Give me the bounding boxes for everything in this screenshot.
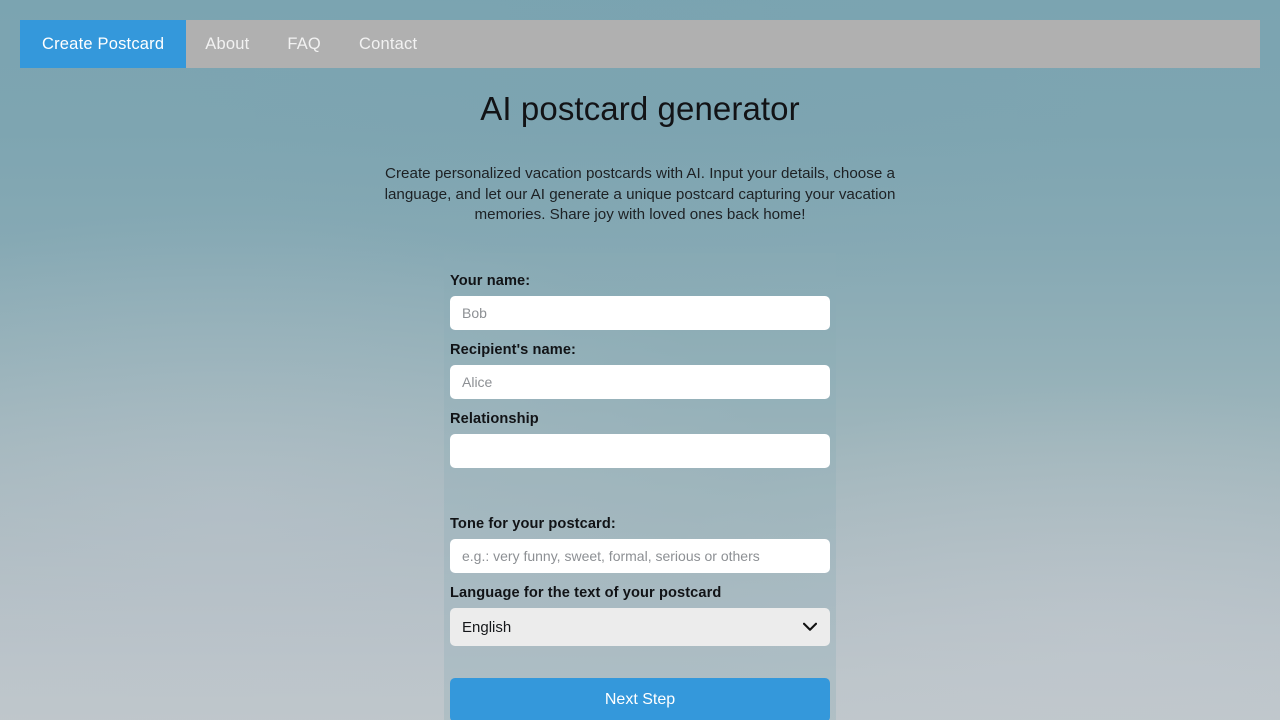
relationship-label: Relationship [450,411,539,427]
nav-item-label: Create Postcard [42,34,165,53]
nav-item-about[interactable]: About [186,20,268,68]
your-name-input[interactable] [450,296,830,330]
language-select[interactable]: English [450,608,830,646]
nav-item-faq[interactable]: FAQ [268,20,340,68]
nav-item-label: About [205,34,250,53]
recipient-name-input[interactable] [450,365,830,399]
postcard-form: Your name: Recipient's name: Relationshi… [444,253,836,720]
tone-input[interactable] [450,539,830,573]
nav-item-contact[interactable]: Contact [340,20,436,68]
language-label: Language for the text of your postcard [450,585,722,601]
nav-item-create-postcard[interactable]: Create Postcard [20,20,187,68]
your-name-label: Your name: [450,273,531,289]
relationship-input[interactable] [450,434,830,468]
main-navigation: Create Postcard About FAQ Contact [20,20,1260,68]
page-title: AI postcard generator [480,90,800,127]
next-step-button[interactable]: Next Step [450,678,830,720]
nav-item-label: FAQ [287,34,321,53]
nav-item-label: Contact [358,34,418,53]
recipient-name-label: Recipient's name: [450,342,577,358]
tone-label: Tone for your postcard: [450,516,616,532]
form-spacer [444,468,836,516]
language-select-wrapper: English [450,608,830,646]
page-content: AI postcard generator Create personalize… [0,68,1280,226]
page-description: Create personalized vacation postcards w… [384,165,896,224]
